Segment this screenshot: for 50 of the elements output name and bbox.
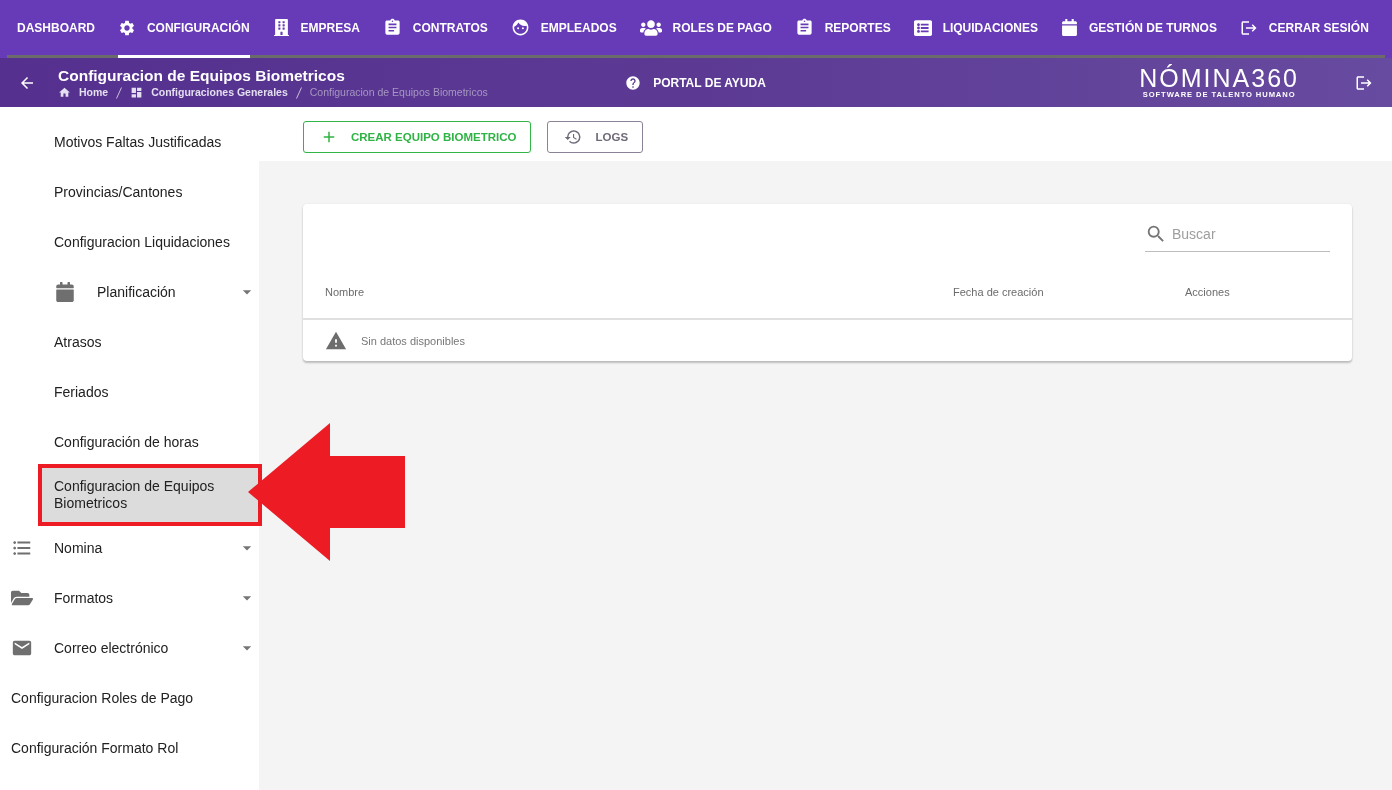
home-icon <box>58 86 71 99</box>
empty-message: Sin datos disponibles <box>361 334 465 347</box>
nav-tab[interactable]: GESTIÓN DE TURNOS <box>1060 0 1217 58</box>
calendar-icon <box>1060 19 1078 36</box>
nav-tab[interactable]: EMPLEADOS <box>510 0 617 58</box>
dashboard-icon <box>130 86 144 99</box>
nav-tab[interactable]: EMPRESA <box>272 0 360 58</box>
page-title: Configuracion de Equipos Biometricos <box>58 66 346 85</box>
sidebar-item[interactable]: Configuración de horas <box>41 417 259 467</box>
list-icon <box>913 18 932 37</box>
sidebar-item[interactable]: Motivos Faltas Justificadas <box>41 117 259 167</box>
column-header: Nombre <box>325 286 365 298</box>
slash-icon <box>116 86 123 99</box>
sidebar-item[interactable]: Configuracion de Equipos Biometricos <box>41 467 259 523</box>
nav-tab[interactable]: CERRAR SESIÓN <box>1239 0 1369 58</box>
gear-icon <box>117 18 136 37</box>
clipboard-icon <box>382 18 402 37</box>
search-field[interactable]: Buscar <box>1172 221 1330 246</box>
history-icon <box>564 128 583 146</box>
nav-tab[interactable]: CONTRATOS <box>382 0 488 58</box>
sidebar-item[interactable]: Provincias/Cantones <box>41 167 259 217</box>
sidebar-group[interactable]: Nomina <box>0 523 259 573</box>
help-link[interactable]: PORTAL DE AYUDA <box>625 74 766 91</box>
slash-icon <box>295 86 302 99</box>
nav-tab[interactable]: LIQUIDACIONES <box>913 0 1038 58</box>
sidebar-group[interactable]: Correo electrónico <box>0 623 259 673</box>
face-icon <box>510 18 530 37</box>
column-header: Fecha de creación <box>953 286 1044 298</box>
logout-icon[interactable] <box>1355 73 1373 92</box>
sidebar-group[interactable]: Planificación <box>41 267 259 317</box>
sidebar-item[interactable]: Feriados <box>41 367 259 417</box>
sidebar-item[interactable]: Configuracion Liquidaciones <box>41 217 259 267</box>
breadcrumb-link[interactable]: Home <box>58 86 109 99</box>
nav-tab[interactable]: DASHBOARD <box>17 0 95 58</box>
breadcrumb-current: Configuracion de Equipos Biometricos <box>309 86 488 99</box>
help-icon <box>625 74 642 91</box>
breadcrumb-link[interactable]: Configuraciones Generales <box>130 86 288 99</box>
sidebar-item[interactable]: Atrasos <box>41 317 259 367</box>
sidebar-item[interactable]: Configuración Formato Rol <box>0 723 259 773</box>
column-header: Acciones <box>1185 286 1230 298</box>
sidebar-item[interactable]: Configuracion Roles de Pago <box>0 673 259 723</box>
logout-icon <box>1239 18 1258 37</box>
logs-button[interactable]: LOGS <box>547 121 644 153</box>
building-icon <box>272 19 290 36</box>
nav-tab[interactable]: REPORTES <box>794 0 891 58</box>
nav-tab[interactable]: ROLES DE PAGO <box>639 0 772 58</box>
calendar-icon <box>54 282 76 302</box>
clipboard-icon <box>794 18 814 37</box>
sidebar-group[interactable]: Formatos <box>0 573 259 623</box>
logo-wordmark: NÓMINA360 <box>1139 66 1299 90</box>
